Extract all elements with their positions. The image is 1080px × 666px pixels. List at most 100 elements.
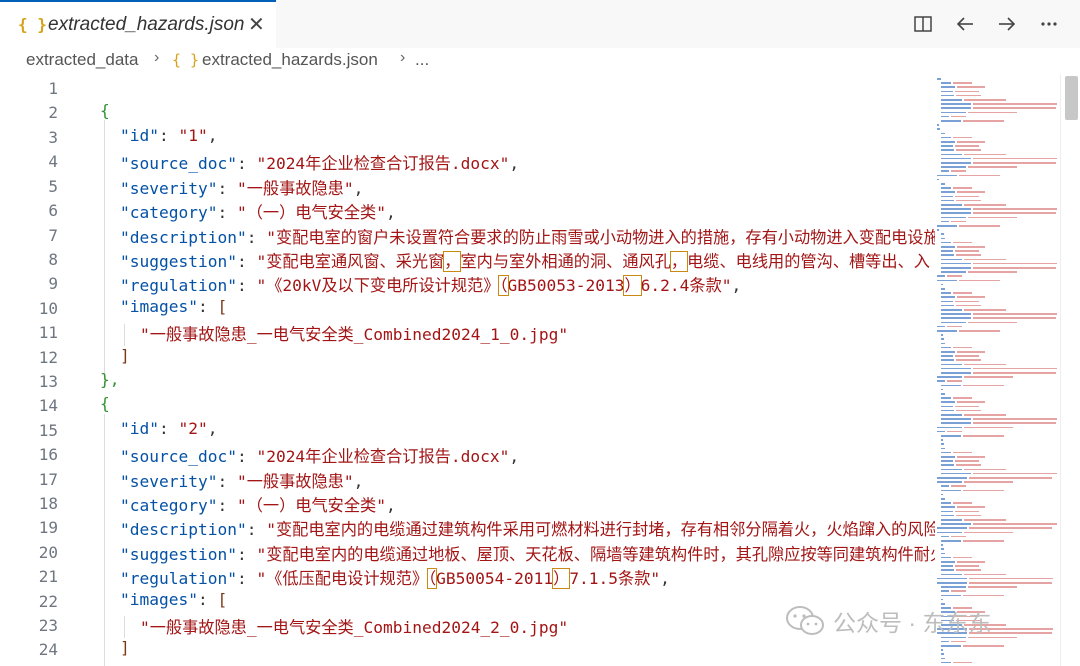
minimap-line <box>967 216 1017 219</box>
minimap-line <box>955 94 981 97</box>
json-key: "suggestion" <box>120 252 237 271</box>
line-number: 21 <box>38 567 58 586</box>
code-line: "一般事故隐患_一电气安全类_Combined2024_2_0.jpg" <box>140 614 568 638</box>
minimap-line <box>941 464 954 466</box>
scrollbar-thumb[interactable] <box>1065 76 1078 120</box>
minimap-line <box>967 166 1017 168</box>
code-line: ] <box>120 638 130 657</box>
json-file-icon: { } <box>18 15 47 34</box>
go-back-icon[interactable] <box>952 10 978 38</box>
vertical-scrollbar[interactable] <box>1060 74 1080 666</box>
minimap-line <box>941 653 944 655</box>
json-value: （ <box>427 568 438 589</box>
json-value: "一般事故隐患_一电气安全类_Combined2024_2_0.jpg" <box>140 618 569 637</box>
minimap-line <box>964 519 1006 521</box>
minimap-line <box>941 157 971 160</box>
line-number: 8 <box>48 250 58 269</box>
code-editor[interactable]: 1 2 3 4 5 6 7 8 9 10 11 12 13 14 15 16 1… <box>0 74 1080 666</box>
tab-title[interactable]: extracted_hazards.json <box>48 14 244 36</box>
json-value: "《20kV及以下变电所设计规范》 <box>256 276 500 295</box>
indent-guide <box>124 616 125 638</box>
comma: , <box>731 276 742 295</box>
editor-actions <box>910 10 1062 38</box>
line-number: 24 <box>38 640 58 659</box>
json-key: "description" <box>120 228 247 247</box>
colon: : <box>246 228 267 247</box>
code-line: "severity": "一般事故隐患", <box>120 175 363 199</box>
minimap-line <box>952 661 973 664</box>
minimap-line <box>941 435 962 437</box>
minimap-line <box>941 296 955 298</box>
split-editor-icon[interactable] <box>910 10 936 38</box>
code-line: "category": "（一）电气安全类", <box>120 492 396 516</box>
minimap-line <box>950 590 967 592</box>
editor-tab[interactable]: { } extracted_hazards.json ✕ <box>0 0 276 49</box>
minimap-line <box>937 178 940 181</box>
minimap-line <box>954 195 979 198</box>
minimap-line <box>955 254 981 256</box>
minimap-line <box>957 351 985 353</box>
breadcrumb-file[interactable]: extracted_hazards.json <box>202 50 378 70</box>
minimap-line <box>941 556 951 559</box>
code-line: "suggestion": "变配电室内的电缆通过地板、屋顶、天花板、隔墙等建筑… <box>120 541 946 565</box>
json-value: ） <box>623 275 642 296</box>
breadcrumb-more[interactable]: ... <box>415 50 429 70</box>
brace: }, <box>100 370 120 389</box>
breadcrumb-folder[interactable]: extracted_data <box>26 50 138 70</box>
minimap-line <box>941 292 951 294</box>
minimap-line <box>963 435 1004 437</box>
json-value: "一般事故隐患_一电气安全类_Combined2024_1_0.jpg" <box>140 325 569 344</box>
minimap-line <box>941 422 971 424</box>
json-value: "变配电室通风窗、采光窗 <box>256 252 445 271</box>
close-icon[interactable]: ✕ <box>248 12 265 37</box>
colon: : <box>197 590 218 609</box>
minimap-line <box>973 317 1056 319</box>
minimap-line <box>973 103 1057 105</box>
more-actions-icon[interactable] <box>1036 10 1062 38</box>
minimap-line <box>941 136 951 139</box>
minimap-line <box>973 262 1057 265</box>
minimap[interactable] <box>935 74 1061 666</box>
minimap-line <box>941 208 971 210</box>
minimap-line <box>957 141 985 143</box>
minimap-line <box>941 540 962 542</box>
minimap-line <box>941 661 951 664</box>
minimap-line <box>941 267 971 269</box>
minimap-line <box>973 472 1057 475</box>
json-value: "变配电室的窗户未设置符合要求的防止雨雪或小动物进入的措施，存有小动物进入变配电… <box>266 228 940 247</box>
minimap-line <box>941 460 953 462</box>
line-number: 9 <box>48 274 58 293</box>
minimap-line <box>952 136 973 139</box>
line-number: 19 <box>38 518 58 537</box>
minimap-line <box>950 220 967 223</box>
minimap-line <box>941 262 971 265</box>
minimap-line <box>941 418 971 420</box>
minimap-line <box>937 376 962 378</box>
colon: : <box>236 545 257 564</box>
minimap-line <box>952 346 973 349</box>
bracket: [ <box>217 297 228 316</box>
minimap-line <box>957 86 985 88</box>
minimap-line <box>941 250 953 252</box>
bracket: ] <box>120 638 130 657</box>
json-value: "2024年企业检查合订报告.docx" <box>256 154 510 173</box>
minimap-line <box>941 212 971 214</box>
go-forward-icon[interactable] <box>994 10 1020 38</box>
json-value: ， <box>669 251 689 272</box>
minimap-line <box>941 351 955 353</box>
minimap-line <box>967 321 1017 324</box>
minimap-line <box>941 409 954 412</box>
colon: : <box>236 154 257 173</box>
colon: : <box>236 569 257 588</box>
minimap-line <box>952 292 973 294</box>
line-number: 1 <box>48 79 58 98</box>
colon: : <box>197 297 218 316</box>
indent-guide <box>124 324 125 346</box>
minimap-line <box>964 309 1006 311</box>
minimap-line <box>941 535 949 538</box>
minimap-line <box>964 414 1006 416</box>
minimap-line <box>941 237 945 240</box>
line-number: 11 <box>38 323 58 342</box>
minimap-line <box>941 115 949 118</box>
minimap-line <box>973 212 1056 214</box>
